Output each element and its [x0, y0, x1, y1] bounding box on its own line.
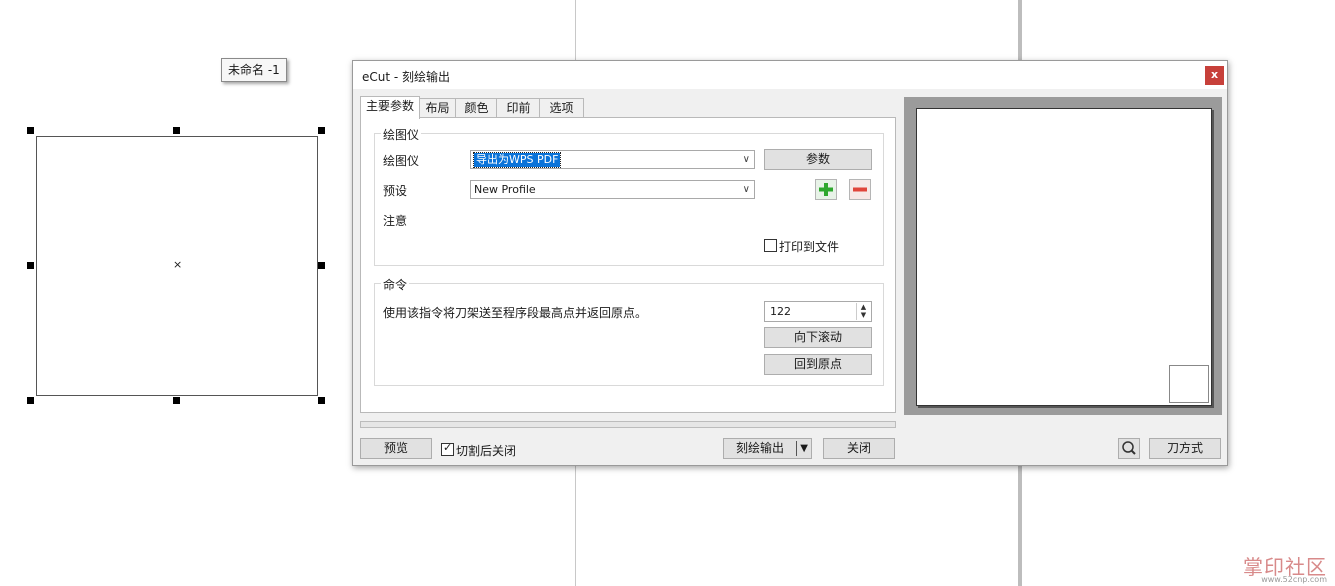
zoom-button[interactable]: [1118, 438, 1140, 459]
output-button[interactable]: 刻绘输出 ▼: [723, 438, 812, 459]
preview-button[interactable]: 预览: [360, 438, 432, 459]
minus-icon: [853, 187, 867, 192]
return-origin-button[interactable]: 回到原点: [764, 354, 872, 375]
preset-label: 预设: [383, 184, 408, 198]
dialog-titlebar[interactable]: eCut - 刻绘输出 x: [353, 61, 1227, 89]
plotter-select[interactable]: 导出为WPS PDF ∨: [470, 150, 755, 169]
add-preset-button[interactable]: [815, 179, 837, 200]
note-label: 注意: [383, 214, 408, 228]
print-to-file-checkbox[interactable]: [764, 239, 777, 252]
spin-down-icon[interactable]: ▼: [857, 311, 870, 319]
resize-handle-bottom-right[interactable]: [318, 397, 325, 404]
checkmark-icon: ✓: [443, 441, 453, 454]
spin-up-icon[interactable]: ▲: [857, 303, 870, 311]
ecut-output-dialog: eCut - 刻绘输出 x 主要参数 布局 颜色 印前 选项 绘图仪 绘图仪 导…: [352, 60, 1228, 466]
site-watermark: 掌印社区 www.52cnp.com: [1243, 551, 1327, 584]
magnifier-icon: [1122, 441, 1136, 455]
main-params-panel: 绘图仪 绘图仪 导出为WPS PDF ∨ 参数 预设 New Profile ∨: [360, 117, 896, 413]
tab-layout[interactable]: 布局: [418, 98, 457, 118]
spin-arrows[interactable]: ▲ ▼: [856, 303, 870, 320]
preset-select[interactable]: New Profile ∨: [470, 180, 755, 199]
command-description: 使用该指令将刀架送至程序段最高点并返回原点。: [383, 306, 648, 320]
plotter-selected-value: 导出为WPS PDF: [472, 152, 562, 168]
preset-selected-value: New Profile: [474, 183, 536, 196]
split-divider: [796, 441, 797, 456]
close-button[interactable]: 关闭: [823, 438, 895, 459]
tab-main-params[interactable]: 主要参数: [360, 96, 420, 119]
output-button-label: 刻绘输出: [736, 441, 785, 455]
dialog-title: eCut - 刻绘输出: [362, 70, 451, 84]
tab-color[interactable]: 颜色: [455, 98, 498, 118]
chevron-down-icon: ∨: [742, 154, 750, 165]
resize-handle-top-right[interactable]: [318, 127, 325, 134]
plotter-group: 绘图仪 绘图仪 导出为WPS PDF ∨ 参数 预设 New Profile ∨: [374, 126, 884, 266]
close-after-cut-checkbox[interactable]: ✓: [441, 441, 454, 456]
dropdown-arrow-icon[interactable]: ▼: [800, 439, 808, 458]
params-button[interactable]: 参数: [764, 149, 872, 170]
step-spinbox[interactable]: 122 ▲ ▼: [764, 301, 872, 322]
close-after-cut-label[interactable]: 切割后关闭: [456, 442, 516, 459]
preview-thumbnail: [1169, 365, 1209, 403]
resize-handle-top[interactable]: [173, 127, 180, 134]
resize-handle-bottom-left[interactable]: [27, 397, 34, 404]
preview-area: [904, 97, 1222, 415]
center-marker-icon: ×: [173, 258, 183, 271]
remove-preset-button[interactable]: [849, 179, 871, 200]
command-group-title: 命令: [381, 276, 410, 293]
resize-handle-left[interactable]: [27, 262, 34, 269]
plotter-group-title: 绘图仪: [381, 126, 422, 143]
command-group: 命令 使用该指令将刀架送至程序段最高点并返回原点。 122 ▲ ▼ 向下滚动 回…: [374, 276, 884, 386]
plus-icon: [819, 183, 833, 196]
preview-page: [916, 108, 1212, 406]
tab-prepress[interactable]: 印前: [496, 98, 541, 118]
scroll-down-button[interactable]: 向下滚动: [764, 327, 872, 348]
knife-mode-button[interactable]: 刀方式: [1149, 438, 1221, 459]
step-value: 122: [770, 305, 791, 318]
tab-options[interactable]: 选项: [539, 98, 584, 118]
object-name-tooltip: 未命名 -1: [221, 58, 287, 82]
resize-handle-right[interactable]: [318, 262, 325, 269]
plotter-label: 绘图仪: [383, 154, 420, 168]
resize-handle-top-left[interactable]: [27, 127, 34, 134]
close-icon[interactable]: x: [1205, 66, 1224, 85]
watermark-url: www.52cnp.com: [1261, 575, 1327, 584]
output-progress-bar: [360, 421, 896, 428]
print-to-file-label[interactable]: 打印到文件: [779, 238, 839, 255]
resize-handle-bottom[interactable]: [173, 397, 180, 404]
chevron-down-icon: ∨: [742, 184, 750, 195]
